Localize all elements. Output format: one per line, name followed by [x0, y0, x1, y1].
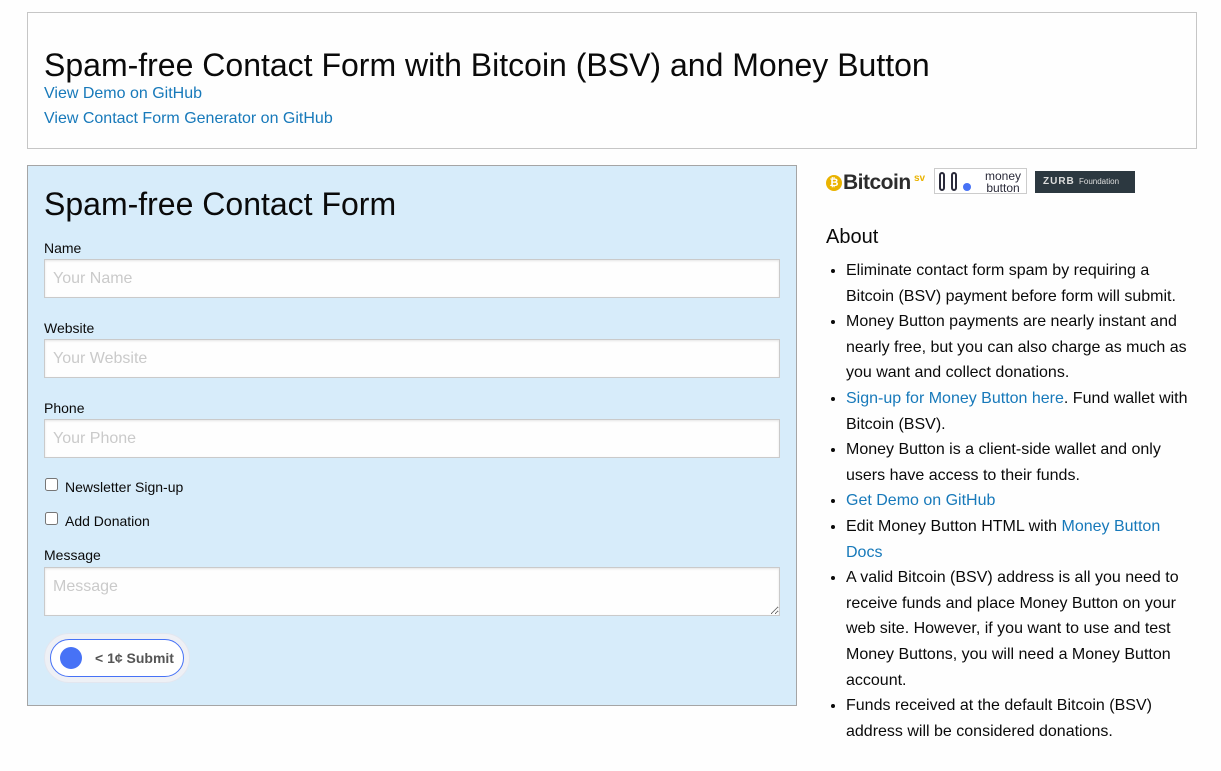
website-label: Website	[44, 320, 95, 336]
phone-label: Phone	[44, 400, 85, 416]
money-button-slider-icon[interactable]	[60, 647, 82, 669]
list-item: A valid Bitcoin (BSV) address is all you…	[846, 565, 1196, 693]
moneybutton-dot-icon	[963, 183, 971, 191]
zurb-mark: ZURB	[1043, 176, 1075, 187]
list-item: Sign-up for Money Button here. Fund wall…	[846, 386, 1196, 437]
newsletter-checkbox[interactable]	[45, 478, 58, 491]
page-title: Spam-free Contact Form with Bitcoin (BSV…	[44, 47, 930, 83]
get-demo-link[interactable]: Get Demo on GitHub	[846, 492, 995, 509]
list-item: Money Button is a client-side wallet and…	[846, 437, 1196, 488]
zurb-foundation-logo: ZURB Foundation	[1035, 171, 1135, 193]
money-button[interactable]: < 1¢ Submit	[44, 633, 190, 683]
moneybutton-bar-icon	[939, 172, 945, 191]
message-textarea[interactable]	[44, 567, 780, 616]
donation-checkbox[interactable]	[45, 512, 58, 525]
list-item: Funds received at the default Bitcoin (B…	[846, 693, 1196, 744]
phone-input[interactable]	[44, 419, 780, 458]
donation-label: Add Donation	[65, 513, 150, 529]
list-item: Money Button payments are nearly instant…	[846, 309, 1196, 386]
bitcoin-sv-mark: sv	[914, 173, 926, 184]
website-input[interactable]	[44, 339, 780, 378]
form-title: Spam-free Contact Form	[44, 186, 397, 222]
bitcoin-sv-logo: ₿ Bitcoin sv	[826, 171, 928, 194]
zurb-foundation-text: Foundation	[1079, 177, 1120, 186]
list-item: Eliminate contact form spam by requiring…	[846, 258, 1196, 309]
newsletter-label: Newsletter Sign-up	[65, 479, 184, 495]
list-item: Get Demo on GitHub	[846, 488, 1196, 514]
moneybutton-wordmark: money button	[984, 169, 1022, 195]
view-demo-link[interactable]: View Demo on GitHub	[44, 84, 202, 104]
message-label: Message	[44, 547, 101, 563]
money-button-pill[interactable]: < 1¢ Submit	[50, 639, 184, 677]
submit-label: < 1¢ Submit	[95, 650, 174, 666]
moneybutton-bar-icon	[951, 172, 957, 191]
about-title: About	[826, 226, 879, 248]
moneybutton-signup-link[interactable]: Sign-up for Money Button here	[846, 390, 1064, 407]
contact-form: Spam-free Contact Form Name Website Phon…	[27, 165, 797, 706]
moneybutton-logo: money button	[934, 168, 1027, 194]
bitcoin-coin-icon: ₿	[826, 175, 842, 191]
header-callout: Spam-free Contact Form with Bitcoin (BSV…	[27, 12, 1197, 149]
about-list: Eliminate contact form spam by requiring…	[826, 258, 1196, 744]
bitcoin-word: Bitcoin	[843, 171, 911, 194]
name-input[interactable]	[44, 259, 780, 298]
name-label: Name	[44, 240, 82, 256]
list-item: Edit Money Button HTML with Money Button…	[846, 514, 1196, 565]
view-generator-link[interactable]: View Contact Form Generator on GitHub	[44, 109, 333, 129]
